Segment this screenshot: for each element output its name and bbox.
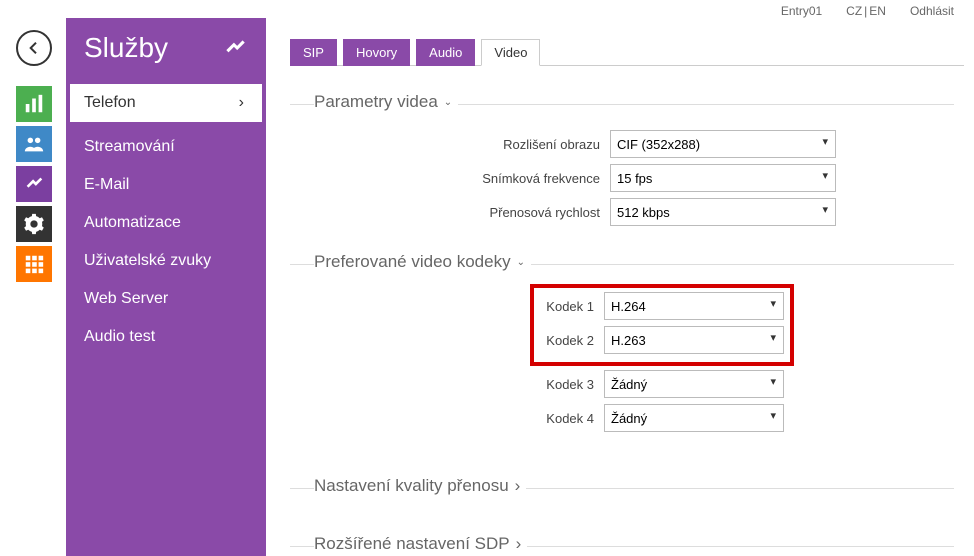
sidebar-item-audiotest[interactable]: Audio test [66, 318, 266, 356]
label-codec3: Kodek 3 [540, 377, 604, 392]
rail-status-icon[interactable] [16, 86, 52, 122]
arrow-left-icon [26, 40, 42, 56]
rail-hardware-icon[interactable] [16, 206, 52, 242]
caret-down-icon: ⌄ [517, 257, 525, 268]
topbar: Entry01 CZ|EN Odhlásit [781, 4, 954, 18]
tab-video[interactable]: Video [481, 39, 540, 66]
section-codecs: Preferované video kodeky ⌄ Kodek 1 Kodek… [290, 252, 964, 432]
sidebar-item-webserver[interactable]: Web Server [66, 280, 266, 318]
main-content: SIP Hovory Audio Video Parametry videa ⌄… [290, 38, 964, 554]
tools-icon [222, 35, 248, 61]
sidebar-title: Služby [66, 18, 266, 84]
rail-services-icon[interactable] [16, 166, 52, 202]
rail-directory-icon[interactable] [16, 126, 52, 162]
label-bitrate: Přenosová rychlost [290, 205, 610, 220]
chevron-right-icon: › [515, 476, 521, 496]
section-title-params[interactable]: Parametry videa ⌄ [314, 92, 458, 112]
label-framerate: Snímková frekvence [290, 171, 610, 186]
icon-rail [16, 86, 52, 282]
lang-switch[interactable]: CZ|EN [846, 4, 886, 18]
chevron-right-icon: › [516, 534, 522, 554]
caret-down-icon: ⌄ [444, 97, 452, 108]
codec-highlight: Kodek 1 Kodek 2 [530, 284, 794, 366]
chevron-right-icon: › [239, 94, 244, 112]
tab-audio[interactable]: Audio [416, 39, 475, 66]
label-codec4: Kodek 4 [540, 411, 604, 426]
select-codec2[interactable] [604, 326, 784, 354]
section-title-sdp[interactable]: Rozšířené nastavení SDP › [314, 534, 527, 554]
section-title-quality[interactable]: Nastavení kvality přenosu › [314, 476, 526, 496]
label-codec2: Kodek 2 [540, 333, 604, 348]
sidebar-item-zvuky[interactable]: Uživatelské zvuky [66, 242, 266, 280]
select-bitrate[interactable] [610, 198, 836, 226]
sidebar-item-telefon[interactable]: Telefon › [70, 84, 262, 122]
select-codec3[interactable] [604, 370, 784, 398]
select-codec1[interactable] [604, 292, 784, 320]
section-title-codecs[interactable]: Preferované video kodeky ⌄ [314, 252, 531, 272]
sidebar-item-automatizace[interactable]: Automatizace [66, 204, 266, 242]
tab-hovory[interactable]: Hovory [343, 39, 410, 66]
label-codec1: Kodek 1 [540, 299, 604, 314]
section-video-params: Parametry videa ⌄ Rozlišení obrazu Snímk… [290, 92, 964, 226]
label-resolution: Rozlišení obrazu [290, 137, 610, 152]
sidebar-item-email[interactable]: E-Mail [66, 166, 266, 204]
select-codec4[interactable] [604, 404, 784, 432]
sidebar: Služby Telefon › Streamování E-Mail Auto… [66, 18, 266, 556]
sidebar-item-streamovani[interactable]: Streamování [66, 128, 266, 166]
tab-sip[interactable]: SIP [290, 39, 337, 66]
select-resolution[interactable] [610, 130, 836, 158]
rail-system-icon[interactable] [16, 246, 52, 282]
tabs: SIP Hovory Audio Video [290, 38, 964, 66]
logout-link[interactable]: Odhlásit [910, 4, 954, 18]
select-framerate[interactable] [610, 164, 836, 192]
entry-label: Entry01 [781, 4, 822, 18]
back-button[interactable] [16, 30, 52, 66]
